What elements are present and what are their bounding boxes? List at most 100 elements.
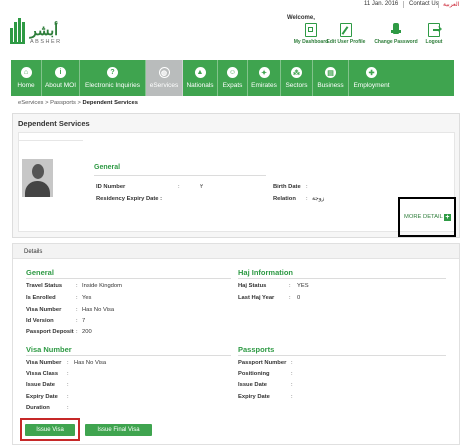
contact-us-link[interactable]: Contact Us <box>409 1 439 7</box>
details-panel: Details <box>12 243 460 445</box>
nav-item-label: eServices <box>149 82 179 89</box>
visa-issue-date-label: Issue Date <box>26 382 55 388</box>
haj-information-title: Haj Information <box>238 268 294 277</box>
visa-number-value: Has No Visa <box>82 307 115 313</box>
edit-profile-icon <box>340 23 352 37</box>
home-icon: ⌂ <box>20 67 32 78</box>
relation-label: Relation <box>273 196 296 202</box>
top-utility-bar: 11 Jan. 2016 Contact Us العربية <box>0 0 467 9</box>
id-number-label: ID Number <box>96 184 126 190</box>
more-detail-link[interactable]: MORE DETAIL + <box>404 214 451 221</box>
nav-item-label: Business <box>317 82 344 89</box>
passport-expiry-date-label: Expiry Date <box>238 394 270 400</box>
change-password-icon <box>390 23 402 37</box>
passports-title: Passports <box>238 345 275 354</box>
nav-item-home[interactable]: ⌂ Home <box>11 60 42 96</box>
dependent-card <box>18 132 455 232</box>
breadcrumb-separator: > <box>45 100 49 106</box>
logout-icon <box>428 23 442 37</box>
absher-logo[interactable]: أبشر ABSHER <box>10 12 60 48</box>
nav-item-expats[interactable]: ☺ Expats <box>218 60 248 96</box>
emirates-icon: ✦ <box>258 67 270 78</box>
details-title: Details <box>24 249 43 255</box>
employment-icon: ✚ <box>366 67 377 78</box>
breadcrumb-separator: > <box>77 100 81 106</box>
more-detail-label: MORE DETAIL <box>404 214 443 220</box>
nav-item-label: Expats <box>222 82 243 89</box>
travel-status-label: Travel Status <box>26 283 63 289</box>
sectors-icon: ⁂ <box>291 67 302 78</box>
dashboard-icon <box>305 23 317 37</box>
visa-class-label: Vissa Class <box>26 371 59 377</box>
main-nav: ⌂ Home i About MOI ? Electronic Inquirie… <box>11 60 454 96</box>
nav-item-label: Nationals <box>186 82 214 89</box>
haj-status-value: YES <box>297 283 309 289</box>
logout-button[interactable]: Logout <box>405 23 463 45</box>
logo-arabic-text: أبشر <box>30 22 59 38</box>
visa-number-row-label: Visa Number <box>26 360 62 366</box>
breadcrumb-current: Dependent Services <box>82 100 138 106</box>
id-number-value: ٢ <box>200 184 204 190</box>
page-title: Dependent Services <box>18 119 90 128</box>
dependent-tab[interactable] <box>19 133 83 141</box>
business-icon: ▤ <box>325 67 336 78</box>
nav-item-label: Emirates <box>251 82 277 89</box>
divider <box>26 355 231 356</box>
travel-status-value: Inside Kingdom <box>82 283 122 289</box>
is-enrolled-value: Yes <box>82 295 92 301</box>
nav-item-employment[interactable]: ✚ Employment <box>349 60 394 96</box>
id-version-value: 7 <box>82 318 86 324</box>
inquiries-icon: ? <box>107 67 118 78</box>
is-enrolled-label: Is Enrolled <box>26 295 56 301</box>
nav-item-business[interactable]: ▤ Business <box>313 60 349 96</box>
logout-label: Logout <box>425 39 443 45</box>
visa-number-title: Visa Number <box>26 345 72 354</box>
avatar <box>22 159 53 197</box>
logo-english-text: ABSHER <box>30 39 62 45</box>
positioning-label: Positioning <box>238 371 270 377</box>
visa-number-label: Visa Number <box>26 307 62 313</box>
issue-final-visa-button[interactable]: Issue Final Visa <box>85 424 152 436</box>
nav-item-label: Employment <box>353 82 390 89</box>
visa-duration-label: Duration <box>26 405 50 411</box>
logo-mark-icon <box>10 18 28 44</box>
current-date: 11 Jan. 2016 <box>364 1 399 7</box>
nav-item-electronic-inquiries[interactable]: ? Electronic Inquiries <box>80 60 146 96</box>
divider <box>238 278 446 279</box>
welcome-label: Welcome, <box>287 15 315 21</box>
visa-number-row-value: Has No Visa <box>74 360 107 366</box>
divider <box>26 278 231 279</box>
relation-value: زوجة <box>312 196 325 202</box>
breadcrumb-passports[interactable]: Passports <box>50 100 76 106</box>
nationals-icon: ▲ <box>194 67 206 78</box>
expats-icon: ☺ <box>227 67 238 78</box>
residency-expiry-label: Residency Expiry Date : <box>96 196 163 202</box>
divider <box>94 175 266 176</box>
divider <box>403 1 404 8</box>
nav-item-eservices[interactable]: ◍ eServices <box>146 60 183 96</box>
last-haj-year-label: Last Haj Year <box>238 295 275 301</box>
details-general-title: General <box>26 268 54 277</box>
id-version-label: Id Version <box>26 318 54 324</box>
nav-item-label: Electronic Inquiries <box>85 82 140 89</box>
nav-item-label: Sectors <box>285 82 308 89</box>
breadcrumb-eservices[interactable]: eServices <box>18 100 43 106</box>
nav-item-about-moi[interactable]: i About MOI <box>42 60 80 96</box>
issue-visa-button[interactable]: Issue Visa <box>25 424 75 436</box>
globe-icon: ◍ <box>158 67 170 78</box>
passport-number-label: Passport Number <box>238 360 287 366</box>
details-header: Details <box>13 244 459 259</box>
breadcrumb: eServices > Passports > Dependent Servic… <box>18 100 138 106</box>
passport-deposit-value: 200 <box>82 329 92 335</box>
nav-item-emirates[interactable]: ✦ Emirates <box>248 60 281 96</box>
birth-date-label: Birth Date <box>273 184 301 190</box>
nav-item-nationals[interactable]: ▲ Nationals <box>183 60 218 96</box>
nav-item-label: Home <box>17 82 35 89</box>
divider <box>238 355 446 356</box>
language-switch-link[interactable]: العربية <box>443 1 459 8</box>
plus-icon: + <box>443 214 451 221</box>
haj-status-label: Haj Status <box>238 283 267 289</box>
dependent-general-title: General <box>94 164 121 171</box>
last-haj-year-value: 0 <box>297 295 301 301</box>
nav-item-sectors[interactable]: ⁂ Sectors <box>281 60 313 96</box>
